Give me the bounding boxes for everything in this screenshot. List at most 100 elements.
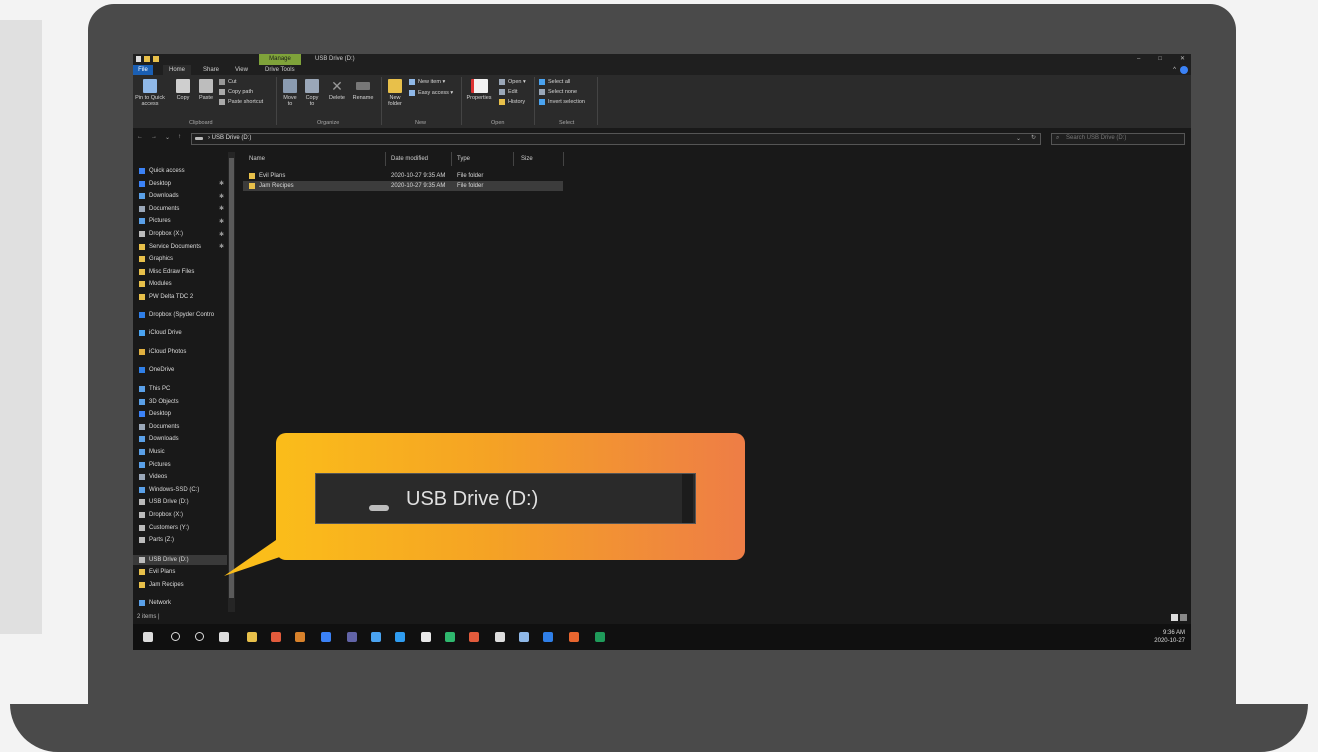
address-bar[interactable]: › USB Drive (D:) bbox=[191, 133, 1041, 145]
nav-item[interactable]: Windows-SSD (C:) bbox=[139, 485, 199, 495]
nav-item[interactable]: Dropbox (X:) ✱ bbox=[139, 229, 224, 239]
column-type[interactable]: Type bbox=[457, 152, 470, 166]
nav-item[interactable]: Music bbox=[139, 447, 165, 457]
app-d-icon[interactable] bbox=[395, 632, 405, 642]
column-name[interactable]: Name bbox=[249, 152, 265, 166]
new-item-button[interactable]: New item ▾ bbox=[409, 79, 445, 85]
nav-item[interactable]: Desktop bbox=[139, 409, 171, 419]
column-separator[interactable] bbox=[385, 152, 386, 166]
tab-home[interactable]: Home bbox=[163, 65, 192, 75]
details-view-icon[interactable] bbox=[1171, 614, 1178, 621]
nav-item[interactable]: PW Delta TDC 2 bbox=[139, 292, 193, 302]
excel-icon[interactable] bbox=[595, 632, 605, 642]
cut-button[interactable]: Cut bbox=[219, 79, 237, 85]
window-menu-icon[interactable] bbox=[136, 56, 141, 62]
tab-share[interactable]: Share bbox=[203, 65, 219, 75]
forward-button[interactable]: → bbox=[151, 134, 157, 141]
task-view-icon[interactable] bbox=[219, 632, 229, 642]
new-folder-qa-icon[interactable] bbox=[153, 56, 159, 62]
manage-contextual-tab[interactable]: Manage bbox=[259, 54, 301, 65]
copy-to-button[interactable]: Copy to bbox=[303, 79, 321, 107]
app-green-icon[interactable] bbox=[445, 632, 455, 642]
history-button[interactable]: History bbox=[499, 99, 525, 105]
nav-item[interactable]: Dropbox (X:) bbox=[139, 510, 183, 520]
refresh-icon[interactable]: ↻ bbox=[1031, 134, 1036, 141]
up-button[interactable]: ↑ bbox=[178, 134, 181, 141]
nav-item[interactable]: Service Documents ✱ bbox=[139, 242, 224, 252]
column-size[interactable]: Size bbox=[521, 152, 533, 166]
nav-item[interactable]: USB Drive (D:) bbox=[139, 497, 189, 507]
app-screen-icon[interactable] bbox=[371, 632, 381, 642]
move-to-button[interactable]: Move to bbox=[281, 79, 299, 107]
nav-item[interactable]: OneDrive bbox=[139, 365, 174, 375]
app-blue-icon[interactable] bbox=[321, 632, 331, 642]
nav-item[interactable]: Modules bbox=[139, 279, 172, 289]
close-button[interactable]: ✕ bbox=[1180, 54, 1185, 65]
nav-item[interactable]: Parts (Z:) bbox=[139, 535, 174, 545]
nav-item[interactable]: iCloud Photos bbox=[139, 347, 186, 357]
nav-item[interactable]: Network bbox=[139, 598, 171, 608]
select-none-button[interactable]: Select none bbox=[539, 89, 577, 95]
nav-item[interactable]: Pictures ✱ bbox=[139, 216, 224, 226]
nav-item[interactable]: Customers (Y:) bbox=[139, 523, 189, 533]
cortana-icon[interactable] bbox=[195, 632, 204, 641]
nav-item[interactable]: 3D Objects bbox=[139, 397, 179, 407]
chrome-icon[interactable] bbox=[271, 632, 281, 642]
nav-item[interactable]: Pictures bbox=[139, 460, 171, 470]
recent-locations-button[interactable]: ⌄ bbox=[165, 134, 170, 141]
nav-item[interactable]: Jam Recipes bbox=[139, 580, 184, 590]
nav-item[interactable]: Desktop ✱ bbox=[139, 179, 224, 189]
tab-view[interactable]: View bbox=[235, 65, 248, 75]
nav-item[interactable]: Documents ✱ bbox=[139, 204, 224, 214]
paste-shortcut-button[interactable]: Paste shortcut bbox=[219, 99, 263, 105]
select-all-button[interactable]: Select all bbox=[539, 79, 570, 85]
nav-item[interactable]: Misc Edraw Files bbox=[139, 267, 194, 277]
invert-selection-button[interactable]: Invert selection bbox=[539, 99, 585, 105]
new-folder-button[interactable]: New folder bbox=[385, 79, 405, 107]
notepad-icon[interactable] bbox=[421, 632, 431, 642]
open-button[interactable]: Open ▾ bbox=[499, 79, 526, 85]
paste-button[interactable]: Paste bbox=[197, 79, 215, 101]
nav-item[interactable]: Videos bbox=[139, 472, 167, 482]
chrome-alt-icon[interactable] bbox=[469, 632, 479, 642]
file-row[interactable]: Evil Plans 2020-10-27 9:35 AM File folde… bbox=[243, 171, 563, 181]
properties-button[interactable]: Properties bbox=[464, 79, 494, 101]
rename-button[interactable]: Rename bbox=[351, 79, 375, 101]
nav-item[interactable]: Documents bbox=[139, 422, 179, 432]
large-icons-view-icon[interactable] bbox=[1180, 614, 1187, 621]
app-pen-icon[interactable] bbox=[519, 632, 529, 642]
properties-qa-icon[interactable] bbox=[144, 56, 150, 62]
easy-access-button[interactable]: Easy access ▾ bbox=[409, 90, 453, 96]
tab-drive-tools[interactable]: Drive Tools bbox=[265, 65, 295, 75]
delete-button[interactable]: ✕ Delete bbox=[327, 79, 347, 101]
app-q-icon[interactable] bbox=[569, 632, 579, 642]
search-icon[interactable] bbox=[171, 632, 180, 641]
nav-item[interactable]: This PC bbox=[139, 384, 170, 394]
nav-item[interactable]: Graphics bbox=[139, 254, 173, 264]
copy-button[interactable]: Copy bbox=[175, 79, 191, 101]
nav-item[interactable]: Evil Plans bbox=[139, 567, 175, 577]
file-row[interactable]: Jam Recipes 2020-10-27 9:35 AM File fold… bbox=[243, 181, 563, 191]
settings-icon[interactable] bbox=[495, 632, 505, 642]
nav-item[interactable]: iCloud Drive bbox=[139, 328, 182, 338]
search-input[interactable]: ⌕ Search USB Drive (D:) bbox=[1051, 133, 1185, 145]
minimize-button[interactable]: – bbox=[1137, 54, 1140, 65]
nav-item[interactable]: Downloads ✱ bbox=[139, 191, 224, 201]
start-icon[interactable] bbox=[143, 632, 153, 642]
scrollbar-thumb[interactable] bbox=[229, 158, 234, 598]
column-separator[interactable] bbox=[513, 152, 514, 166]
back-button[interactable]: ← bbox=[137, 134, 143, 141]
nav-item[interactable]: Downloads bbox=[139, 434, 179, 444]
pin-quick-access-button[interactable]: Pin to Quick access bbox=[135, 79, 165, 107]
nav-item[interactable]: Quick access bbox=[139, 166, 185, 176]
nav-item[interactable]: Dropbox (Spyder Contro bbox=[139, 310, 214, 320]
copy-path-button[interactable]: Copy path bbox=[219, 89, 253, 95]
teams-icon[interactable] bbox=[347, 632, 357, 642]
breadcrumb[interactable]: › USB Drive (D:) bbox=[208, 135, 251, 141]
edit-button[interactable]: Edit bbox=[499, 89, 517, 95]
clock[interactable]: 9:36 AM 2020-10-27 bbox=[1154, 629, 1185, 645]
column-separator[interactable] bbox=[563, 152, 564, 166]
help-icon[interactable] bbox=[1180, 66, 1188, 74]
column-date-modified[interactable]: Date modified bbox=[391, 152, 428, 166]
file-explorer-icon[interactable] bbox=[247, 632, 257, 642]
